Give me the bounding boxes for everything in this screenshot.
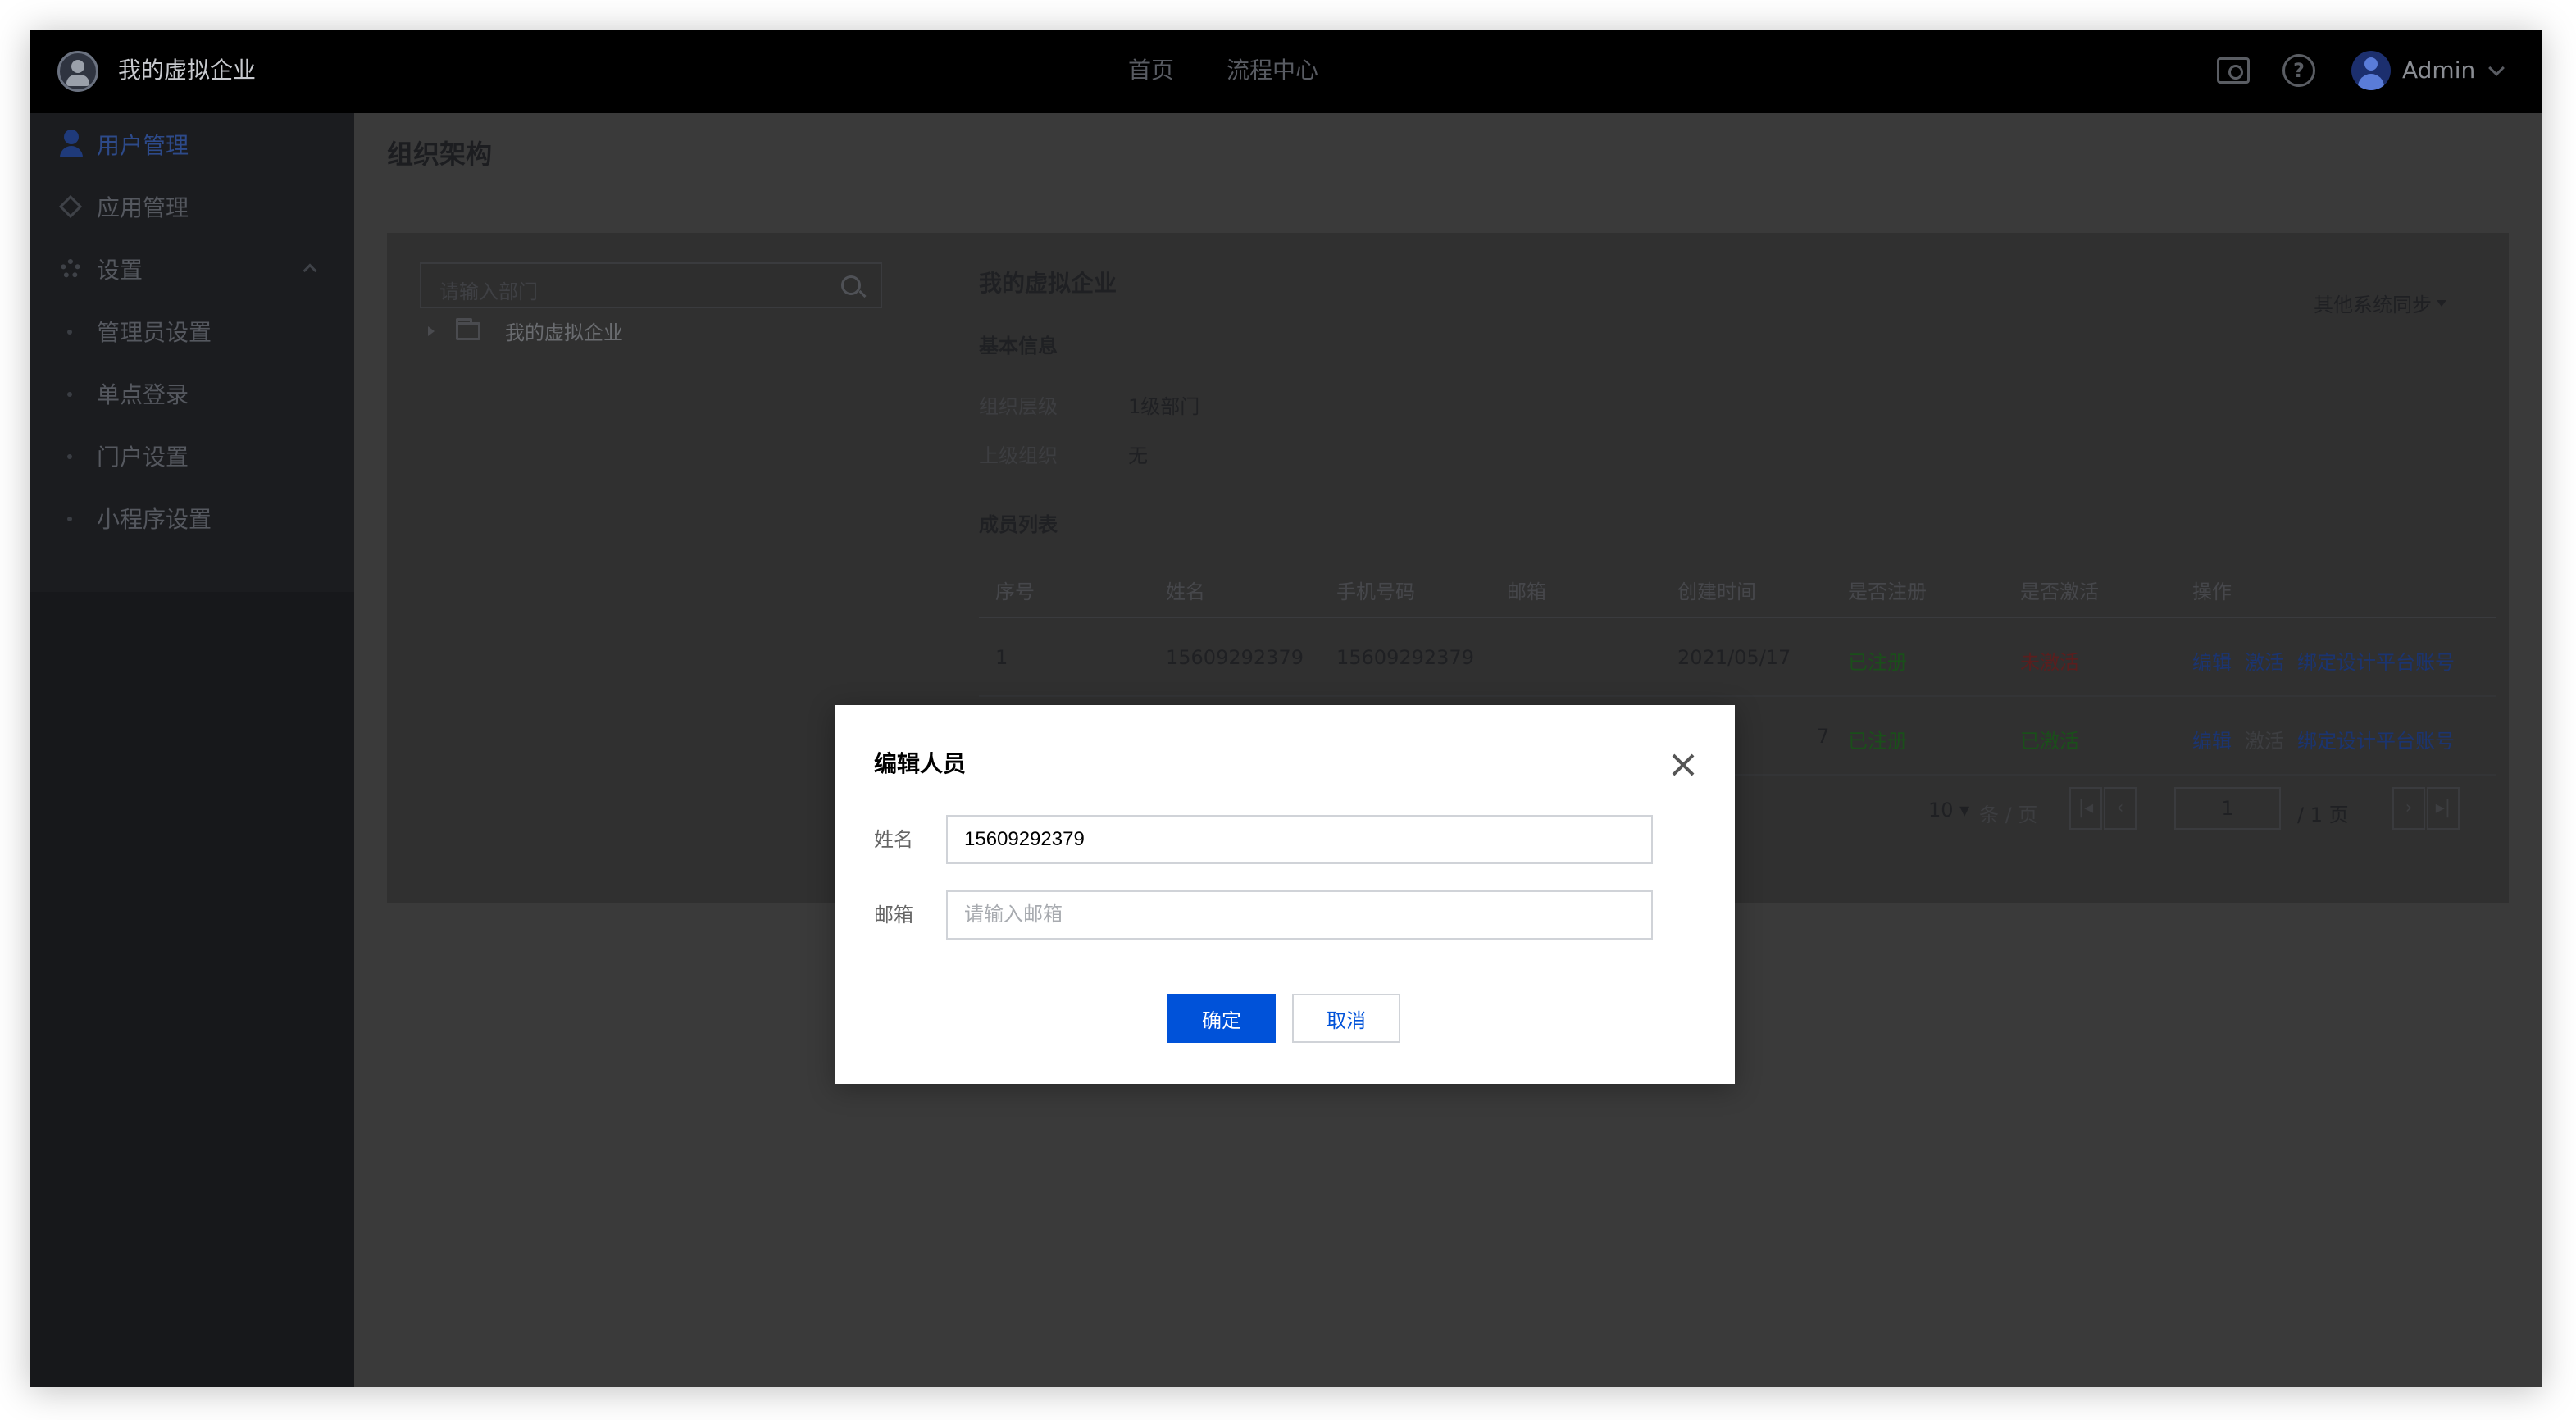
edit-link[interactable]: 编辑 — [2192, 725, 2232, 753]
department-search-input[interactable]: 请输入部门 — [420, 262, 882, 308]
col-created: 创建时间 — [1677, 580, 1756, 603]
edit-member-dialog: 编辑人员 姓名 邮箱 确定 取消 — [835, 705, 1735, 1084]
cell-index: 1 — [995, 646, 1008, 669]
user-avatar-icon[interactable] — [2351, 51, 2391, 90]
other-system-sync-dropdown[interactable]: 其他系统同步 — [2314, 289, 2446, 317]
top-header: 我的虚拟企业 首页 流程中心 ? Admin — [30, 30, 2542, 113]
sidebar-menu: 用户管理 应用管理 设置 管理员设置 单点登录 门户设置 小程序设置 — [30, 113, 354, 592]
next-page-icon[interactable]: › — [2392, 787, 2425, 830]
page-title: 组织架构 — [387, 139, 493, 170]
info-value-parent: 无 — [1128, 444, 1148, 467]
confirm-button[interactable]: 确定 — [1167, 994, 1276, 1043]
sidebar-item-settings[interactable]: 设置 — [30, 238, 354, 300]
nav-home[interactable]: 首页 — [1128, 54, 1174, 87]
name-label: 姓名 — [874, 828, 913, 851]
cell-created: 2021/05/17 — [1677, 646, 1791, 669]
page-size-unit: 条 / 页 — [1979, 803, 2038, 826]
page-size-select[interactable]: 10 ▾ — [1928, 799, 1969, 822]
sync-label: 其他系统同步 — [2314, 294, 2432, 316]
screen-capture-icon[interactable] — [2217, 57, 2250, 84]
cancel-button[interactable]: 取消 — [1292, 994, 1400, 1043]
bind-account-link[interactable]: 绑定设计平台账号 — [2297, 725, 2455, 753]
sidebar-item-app-management[interactable]: 应用管理 — [30, 175, 354, 238]
info-label-parent: 上级组织 — [979, 444, 1058, 467]
name-input[interactable] — [946, 815, 1653, 864]
first-page-icon[interactable]: |◂ — [2069, 787, 2102, 830]
gear-icon — [61, 259, 80, 279]
caret-right-icon[interactable] — [428, 325, 435, 336]
col-email: 邮箱 — [1507, 580, 1546, 603]
cell-name: 15609292379 — [1166, 646, 1304, 669]
sidebar: 用户管理 应用管理 设置 管理员设置 单点登录 门户设置 小程序设置 — [30, 113, 354, 1387]
info-value-level: 1级部门 — [1128, 395, 1200, 418]
cell-phone: 15609292379 — [1336, 646, 1474, 669]
brand-name: 我的虚拟企业 — [118, 57, 257, 84]
page-size-value: 10 — [1928, 799, 1954, 822]
cell-registered: 已注册 — [1848, 730, 1907, 753]
activate-link-disabled: 激活 — [2245, 730, 2284, 753]
sidebar-subitem-admin-settings[interactable]: 管理员设置 — [30, 300, 354, 362]
page-number-input[interactable]: 1 — [2174, 787, 2281, 830]
close-icon[interactable] — [1671, 753, 1695, 777]
info-label-level: 组织层级 — [979, 395, 1058, 418]
page-total: / 1 页 — [2297, 803, 2349, 826]
chevron-down-icon[interactable] — [2488, 60, 2505, 76]
col-index: 序号 — [995, 580, 1035, 603]
basic-info-title: 基本信息 — [979, 335, 1058, 357]
bind-account-link[interactable]: 绑定设计平台账号 — [2297, 646, 2455, 675]
col-name: 姓名 — [1166, 580, 1205, 603]
edit-link[interactable]: 编辑 — [2192, 646, 2232, 675]
folder-icon — [456, 317, 480, 340]
sidebar-item-label: 应用管理 — [97, 194, 189, 221]
sidebar-item-label: 设置 — [97, 257, 143, 284]
chevron-up-icon — [303, 263, 317, 278]
cell-created: 7 — [1817, 725, 1830, 748]
app-icon — [58, 194, 83, 219]
brand-logo-icon — [57, 51, 98, 92]
sidebar-subitem-portal-settings[interactable]: 门户设置 — [30, 425, 354, 487]
top-nav: 首页 流程中心 — [1128, 54, 1318, 87]
nav-process-center[interactable]: 流程中心 — [1227, 54, 1318, 87]
dialog-title: 编辑人员 — [874, 750, 967, 777]
cell-activated: 未激活 — [2020, 651, 2079, 674]
table-header: 序号 姓名 手机号码 邮箱 创建时间 是否注册 是否激活 操作 — [979, 561, 2496, 618]
detail-title: 我的虚拟企业 — [979, 270, 1117, 297]
activate-link[interactable]: 激活 — [2245, 646, 2284, 675]
prev-page-icon[interactable]: ‹ — [2104, 787, 2137, 830]
tree-node-label: 我的虚拟企业 — [505, 321, 623, 344]
help-icon[interactable]: ? — [2282, 54, 2315, 87]
table-row: 1 15609292379 15609292379 2021/05/17 已注册… — [979, 618, 2496, 697]
col-phone: 手机号码 — [1336, 580, 1415, 603]
col-activated: 是否激活 — [2020, 580, 2099, 603]
app-window: 我的虚拟企业 首页 流程中心 ? Admin 用户管理 应用管理 设置 管理员设… — [30, 30, 2542, 1387]
sidebar-item-label: 用户管理 — [97, 132, 189, 159]
search-icon[interactable] — [841, 275, 861, 295]
email-label: 邮箱 — [874, 903, 913, 926]
sidebar-subitem-sso[interactable]: 单点登录 — [30, 362, 354, 425]
user-name[interactable]: Admin — [2402, 54, 2475, 87]
cell-registered: 已注册 — [1848, 651, 1907, 674]
sidebar-item-user-management[interactable]: 用户管理 — [30, 113, 354, 175]
col-actions: 操作 — [2192, 580, 2232, 603]
col-registered: 是否注册 — [1848, 580, 1927, 603]
cell-activated: 已激活 — [2020, 730, 2079, 753]
search-placeholder: 请输入部门 — [439, 280, 538, 303]
email-input[interactable] — [946, 890, 1653, 940]
user-icon — [60, 130, 83, 157]
members-title: 成员列表 — [979, 513, 1058, 536]
sidebar-subitem-miniprogram-settings[interactable]: 小程序设置 — [30, 487, 354, 549]
last-page-icon[interactable]: ▸| — [2427, 787, 2460, 830]
tree-node-root[interactable]: 我的虚拟企业 — [428, 316, 623, 345]
